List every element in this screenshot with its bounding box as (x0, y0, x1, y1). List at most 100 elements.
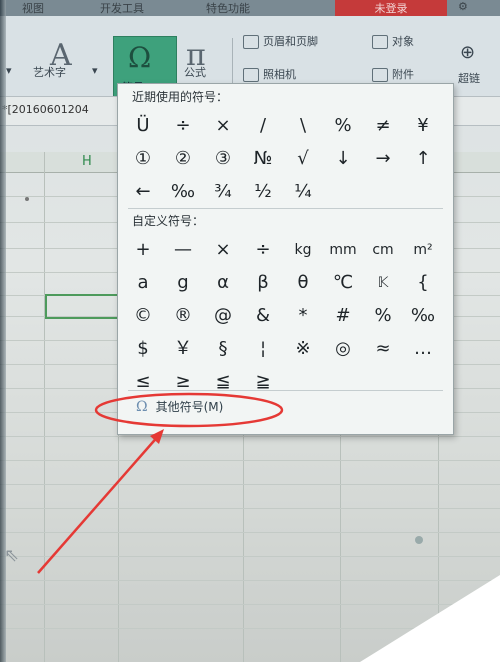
symbol-cell[interactable]: θ (288, 271, 318, 295)
cell-mark (25, 197, 29, 201)
symbol-cell[interactable]: Ü (128, 114, 158, 138)
symbol-cell[interactable]: \ (288, 114, 318, 138)
symbol-cell[interactable]: 𝕂 (368, 271, 398, 295)
symbol-cell[interactable]: % (368, 304, 398, 328)
symbol-cell[interactable]: ‰ (408, 304, 438, 328)
menu-bar: 视图 开发工具 特色功能 未登录 ⚙ (0, 0, 500, 16)
gear-icon[interactable]: ⚙ (458, 0, 468, 13)
page-corner (360, 575, 500, 662)
symbol-cell[interactable]: ¼ (288, 180, 318, 204)
symbol-cell[interactable]: a (128, 271, 158, 295)
camera-label: 照相机 (263, 68, 296, 81)
symbol-cell[interactable]: m² (408, 238, 438, 262)
symbol-cell[interactable]: $ (128, 337, 158, 361)
attachment-button[interactable]: 附件 (372, 66, 414, 82)
symbol-cell[interactable]: * (288, 304, 318, 328)
symbol-cell[interactable]: ② (168, 147, 198, 171)
recent-symbols-title: 近期使用的符号： (132, 90, 229, 104)
omega-icon: Ω (128, 41, 152, 74)
hyperlink-icon[interactable]: ⊕ (460, 42, 475, 63)
symbol-cell[interactable]: ‰ (168, 180, 198, 204)
symbol-cell[interactable]: ◎ (328, 337, 358, 361)
grid-line (44, 152, 45, 662)
grid-line (0, 460, 500, 461)
grid-line (0, 508, 500, 509)
symbol-cell[interactable]: ® (168, 304, 198, 328)
symbol-cell[interactable]: ↑ (408, 147, 438, 171)
more-symbols-label: 其他符号(M) (155, 400, 224, 414)
symbol-cell[interactable]: ¦ (248, 337, 278, 361)
object-button[interactable]: 对象 (372, 33, 414, 49)
omega-icon: Ω (136, 399, 148, 415)
grid-line (0, 484, 500, 485)
symbol-cell[interactable]: β (248, 271, 278, 295)
header-footer-icon (243, 35, 259, 49)
symbol-cell[interactable]: § (208, 337, 238, 361)
symbol-cell[interactable]: ÷ (168, 114, 198, 138)
name-box[interactable]: *[20160601204 (2, 103, 89, 116)
symbol-cell[interactable]: ￥ (168, 337, 198, 361)
symbol-cell[interactable]: √ (288, 147, 318, 171)
menu-dev-tools[interactable]: 开发工具 (100, 0, 144, 16)
symbol-cell[interactable]: & (248, 304, 278, 328)
header-footer-label: 页眉和页脚 (263, 35, 318, 48)
annotation-arrow-line (37, 433, 161, 574)
grid-line (0, 556, 500, 557)
divider (128, 390, 443, 391)
symbol-cell[interactable]: # (328, 304, 358, 328)
symbol-cell[interactable]: kg (288, 238, 318, 262)
object-icon (372, 35, 388, 49)
symbol-cell[interactable]: g (168, 271, 198, 295)
symbol-cell[interactable]: ½ (248, 180, 278, 204)
attachment-label: 附件 (392, 68, 414, 81)
symbol-cell[interactable]: ※ (288, 337, 318, 361)
attachment-icon (372, 68, 388, 82)
grid-line (0, 436, 500, 437)
symbol-cell[interactable]: × (208, 114, 238, 138)
login-button[interactable]: 未登录 (335, 0, 447, 16)
column-header-h[interactable]: H (82, 154, 92, 169)
symbol-cell[interactable]: ¥ (408, 114, 438, 138)
chevron-down-icon[interactable]: ▾ (92, 64, 98, 77)
symbol-cell[interactable]: ℃ (328, 271, 358, 295)
symbol-cell[interactable]: ÷ (248, 238, 278, 262)
symbol-cell[interactable]: ≠ (368, 114, 398, 138)
menu-view[interactable]: 视图 (22, 0, 44, 16)
symbol-cell[interactable]: @ (208, 304, 238, 328)
custom-symbols-title: 自定义符号： (132, 214, 205, 228)
symbol-cell[interactable]: cm (368, 238, 398, 262)
wordart-button[interactable]: 艺术字 (33, 64, 66, 80)
symbol-cell[interactable]: { (408, 271, 438, 295)
symbol-cell[interactable]: + (128, 238, 158, 262)
symbol-cell[interactable]: ↓ (328, 147, 358, 171)
grid-line (0, 532, 500, 533)
symbol-cell[interactable]: / (248, 114, 278, 138)
symbol-cell[interactable]: № (248, 147, 278, 171)
symbol-cell[interactable]: ③ (208, 147, 238, 171)
cell-mark (415, 536, 423, 544)
symbol-cell[interactable]: © (128, 304, 158, 328)
symbol-cell[interactable]: mm (328, 238, 358, 262)
symbol-cell[interactable]: — (168, 238, 198, 262)
camera-icon (243, 68, 259, 82)
camera-button[interactable]: 照相机 (243, 66, 296, 82)
symbol-cell[interactable]: α (208, 271, 238, 295)
object-label: 对象 (392, 35, 414, 48)
symbol-cell[interactable]: ¾ (208, 180, 238, 204)
screenshot-photo: 视图 开发工具 特色功能 未登录 ⚙ A ▾ 艺术字 ▾ Ω 符号 ▾ π 公式… (0, 0, 500, 662)
symbol-cell[interactable]: … (408, 337, 438, 361)
symbol-cell[interactable]: × (208, 238, 238, 262)
symbol-cell[interactable]: ← (128, 180, 158, 204)
arrow-small: ▾ (6, 64, 12, 77)
mouse-pointer-icon: ⇖ (4, 545, 20, 566)
selected-cell[interactable] (45, 294, 121, 319)
hyperlink-button[interactable]: 超链 (458, 70, 480, 86)
menu-special[interactable]: 特色功能 (206, 0, 250, 16)
symbol-cell[interactable]: ① (128, 147, 158, 171)
symbol-cell[interactable]: ≈ (368, 337, 398, 361)
formula-button[interactable]: 公式 (184, 64, 206, 80)
header-footer-button[interactable]: 页眉和页脚 (243, 33, 318, 49)
symbol-cell[interactable]: → (368, 147, 398, 171)
symbol-cell[interactable]: % (328, 114, 358, 138)
more-symbols-button[interactable]: Ω 其他符号(M) (136, 398, 223, 415)
